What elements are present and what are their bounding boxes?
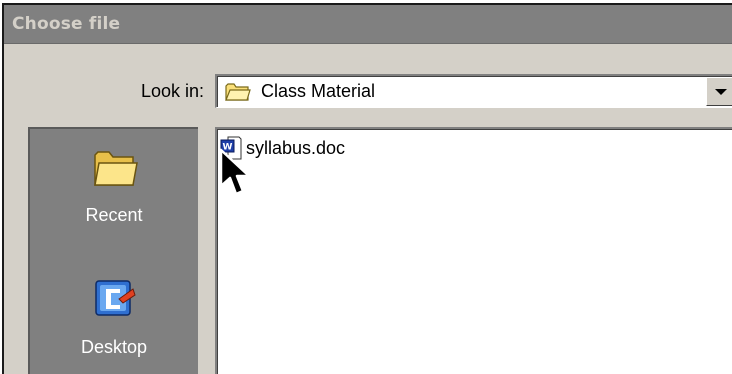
choose-file-dialog: Choose file Look in: Class Material Rece… xyxy=(2,3,732,374)
places-item-desktop[interactable]: Desktop xyxy=(30,275,198,358)
file-list[interactable]: W syllabus.doc xyxy=(215,127,732,374)
places-item-label: Desktop xyxy=(80,337,148,357)
word-document-icon: W xyxy=(220,136,242,160)
look-in-value: Class Material xyxy=(261,81,376,101)
recent-folder-icon xyxy=(94,151,138,186)
list-item[interactable]: W syllabus.doc xyxy=(220,136,345,160)
places-item-recent[interactable]: Recent xyxy=(30,143,198,226)
folder-icon xyxy=(225,83,251,101)
dialog-title: Choose file xyxy=(12,14,121,34)
look-in-dropdown[interactable]: Class Material xyxy=(215,74,732,108)
places-bar: Recent Desktop xyxy=(28,127,198,374)
places-item-label: Recent xyxy=(85,205,143,225)
dropdown-arrow-button[interactable] xyxy=(706,77,732,106)
svg-text:W: W xyxy=(223,143,233,153)
desktop-icon xyxy=(95,280,136,316)
look-in-label: Look in: xyxy=(140,81,204,101)
file-name: syllabus.doc xyxy=(246,137,346,158)
title-bar[interactable]: Choose file xyxy=(4,5,732,44)
